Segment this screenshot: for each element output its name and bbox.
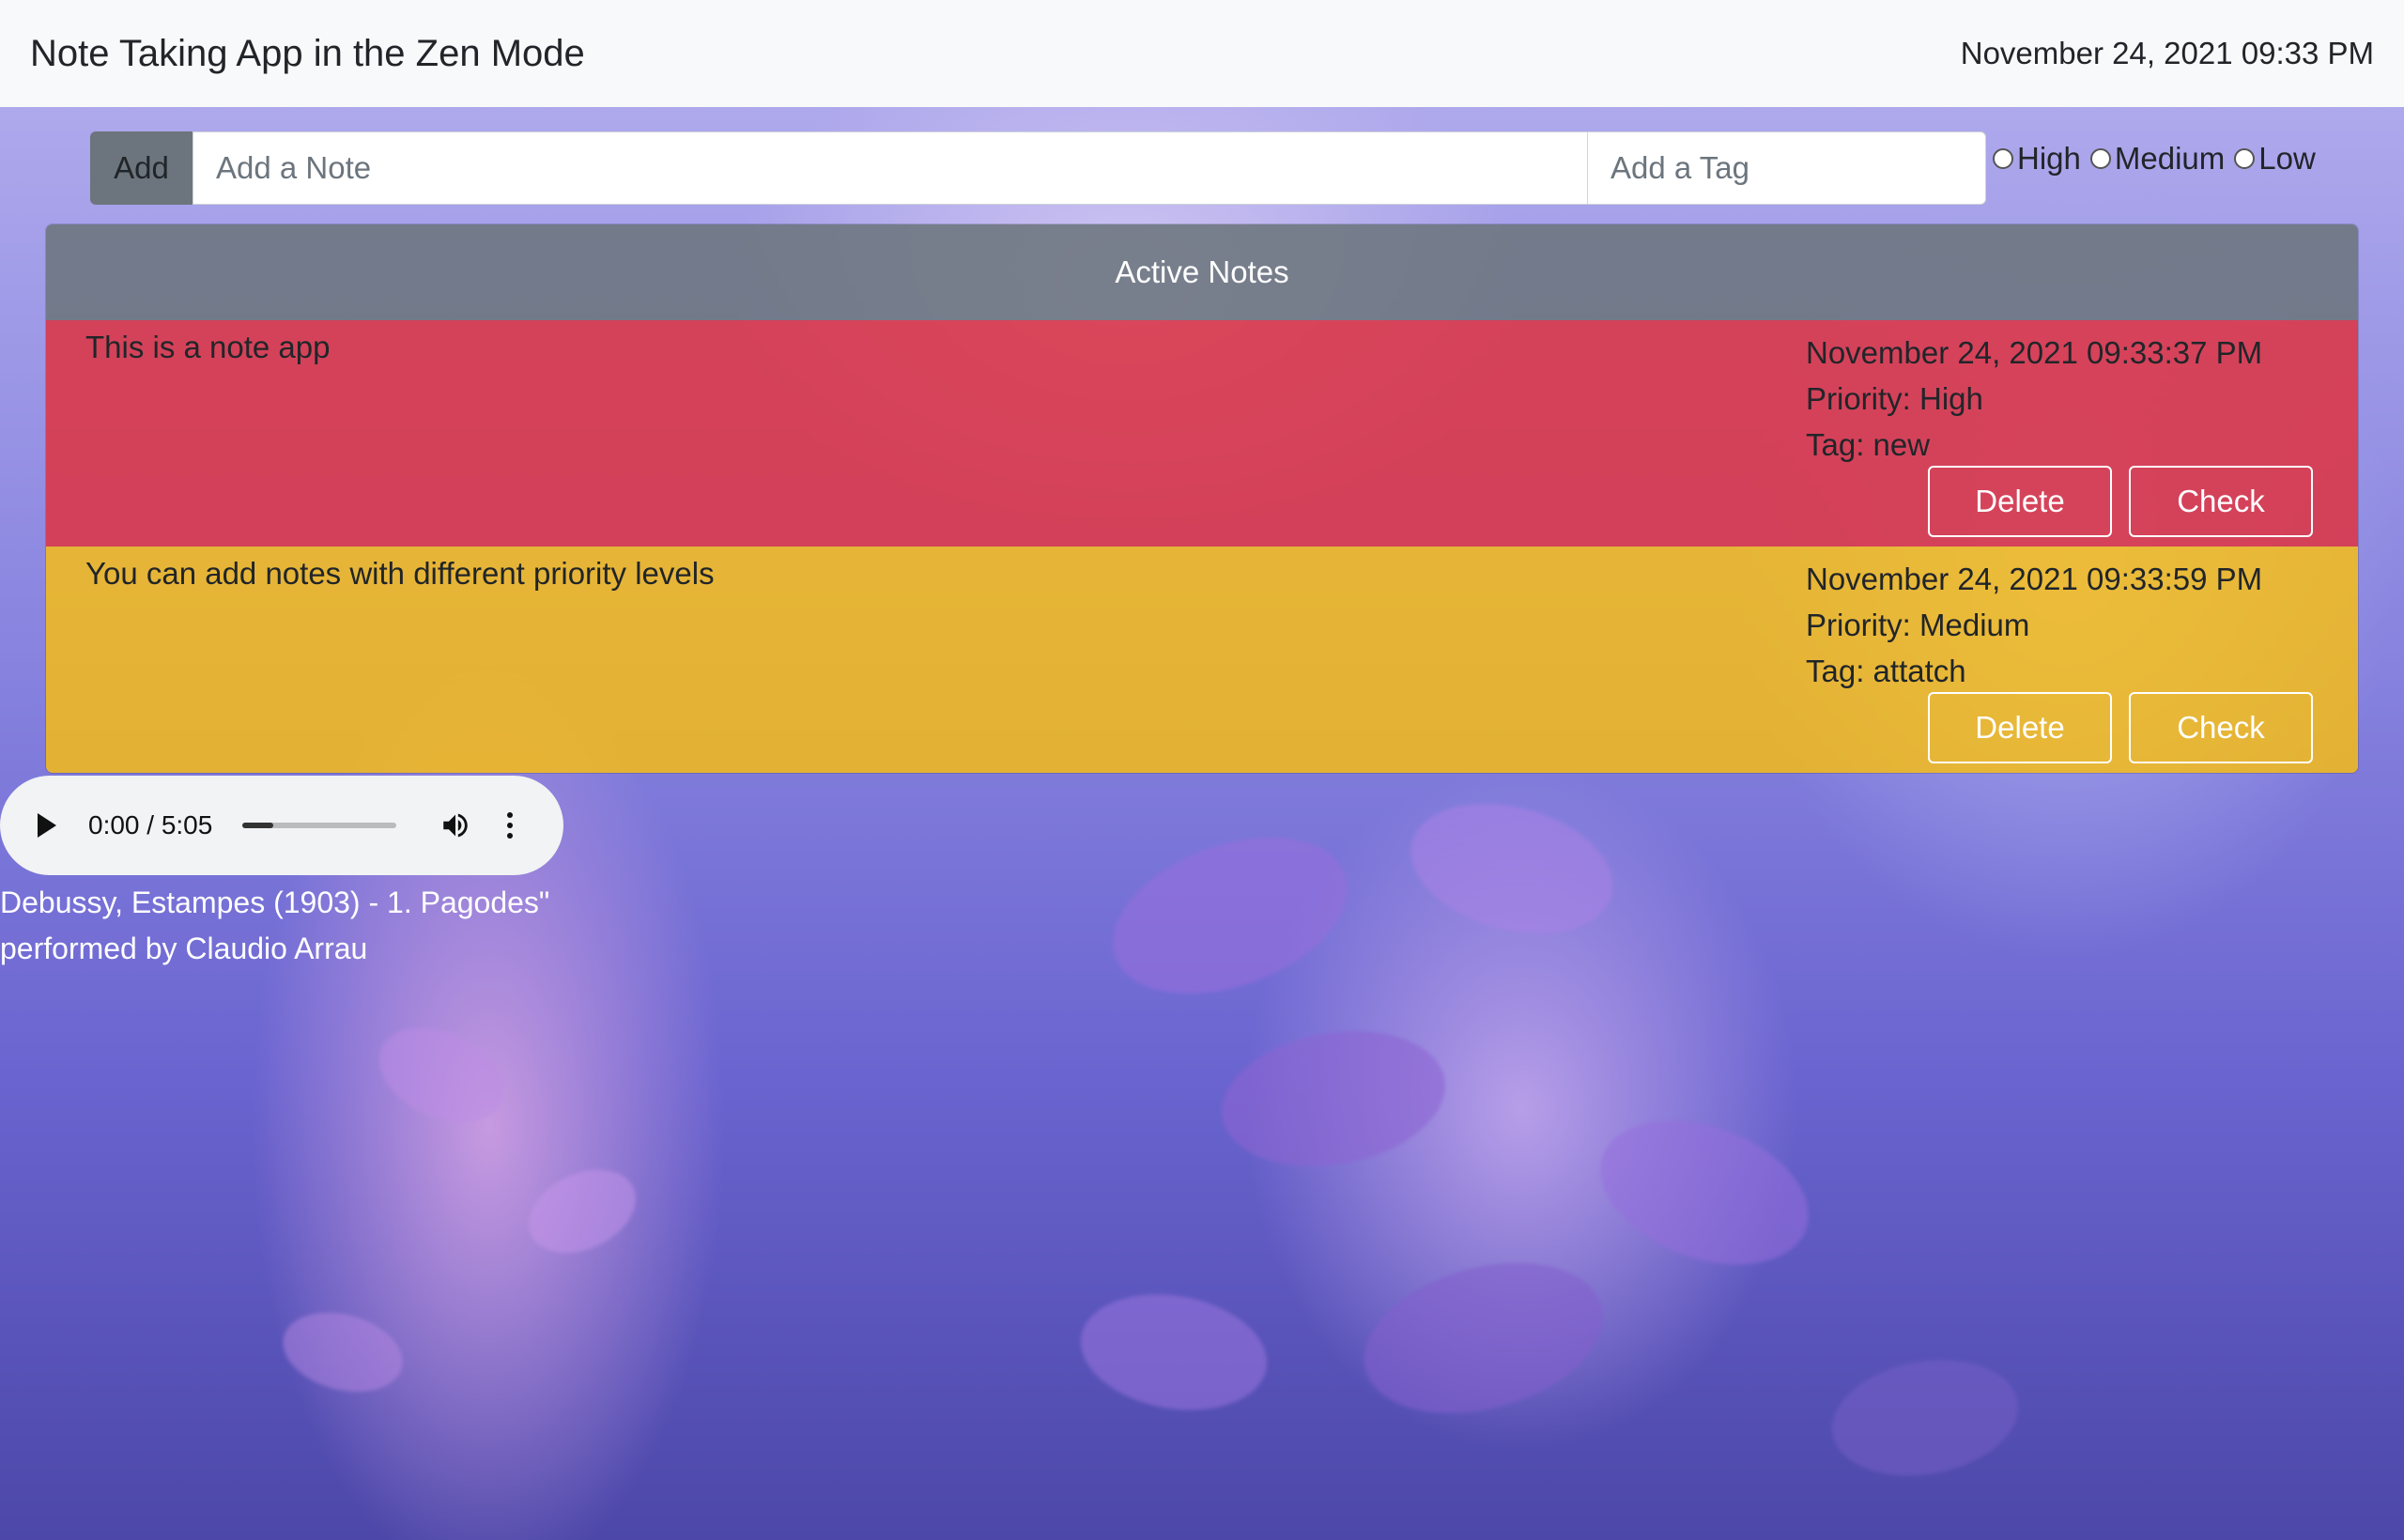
note-meta: November 24, 2021 09:33:37 PM Priority: … <box>1806 330 2262 468</box>
note-actions: Delete Check <box>1928 466 2313 537</box>
add-button[interactable]: Add <box>90 131 193 205</box>
radio-medium[interactable] <box>2089 148 2111 169</box>
priority-label-low: Low <box>2258 141 2316 176</box>
note-item: You can add notes with different priorit… <box>46 547 2358 773</box>
audio-progress-fill <box>242 823 274 828</box>
active-notes-card: Active Notes This is a note app November… <box>45 223 2359 774</box>
more-options-icon[interactable] <box>507 812 514 839</box>
priority-label-high: High <box>2017 141 2081 176</box>
add-note-form: Add <box>90 131 1986 205</box>
priority-label-medium: Medium <box>2114 141 2226 176</box>
audio-caption-performer: performed by Claudio Arrau <box>0 932 368 965</box>
check-button[interactable]: Check <box>2129 692 2313 763</box>
note-timestamp: November 24, 2021 09:33:37 PM <box>1806 335 2263 370</box>
delete-button[interactable]: Delete <box>1928 466 2112 537</box>
active-notes-header: Active Notes <box>46 224 2358 320</box>
note-input[interactable] <box>193 131 1588 205</box>
priority-option-low[interactable]: Low <box>2234 141 2316 177</box>
audio-progress-bar[interactable] <box>242 823 397 828</box>
audio-time: 0:00 / 5:05 <box>88 810 213 839</box>
priority-option-high[interactable]: High <box>1993 141 2081 177</box>
note-actions: Delete Check <box>1928 692 2313 763</box>
navbar: Note Taking App in the Zen Mode November… <box>0 0 2404 107</box>
delete-button[interactable]: Delete <box>1928 692 2112 763</box>
note-meta: November 24, 2021 09:33:59 PM Priority: … <box>1806 556 2262 694</box>
current-datetime: November 24, 2021 09:33 PM <box>1960 36 2374 70</box>
audio-caption-title: Debussy, Estampes (1903) - 1. Pagodes" <box>0 886 550 919</box>
app-title[interactable]: Note Taking App in the Zen Mode <box>30 33 585 75</box>
note-timestamp: November 24, 2021 09:33:59 PM <box>1806 562 2263 596</box>
note-text: You can add notes with different priorit… <box>85 556 715 591</box>
tag-input[interactable] <box>1588 131 1986 205</box>
priority-radio-group: High Medium Low <box>1993 141 2325 177</box>
audio-caption: Debussy, Estampes (1903) - 1. Pagodes" p… <box>0 880 549 972</box>
note-priority: Priority: High <box>1806 381 1983 416</box>
note-item: This is a note app November 24, 2021 09:… <box>46 320 2358 547</box>
note-tag: Tag: attatch <box>1806 654 1966 688</box>
play-icon[interactable] <box>38 813 56 838</box>
radio-high[interactable] <box>1993 148 2013 169</box>
check-button[interactable]: Check <box>2129 466 2313 537</box>
volume-icon[interactable] <box>439 809 471 841</box>
note-text: This is a note app <box>85 330 331 364</box>
note-priority: Priority: Medium <box>1806 608 2030 642</box>
radio-low[interactable] <box>2234 148 2256 169</box>
priority-option-medium[interactable]: Medium <box>2089 141 2226 177</box>
audio-player: 0:00 / 5:05 <box>0 776 563 875</box>
note-tag: Tag: new <box>1806 427 1931 462</box>
